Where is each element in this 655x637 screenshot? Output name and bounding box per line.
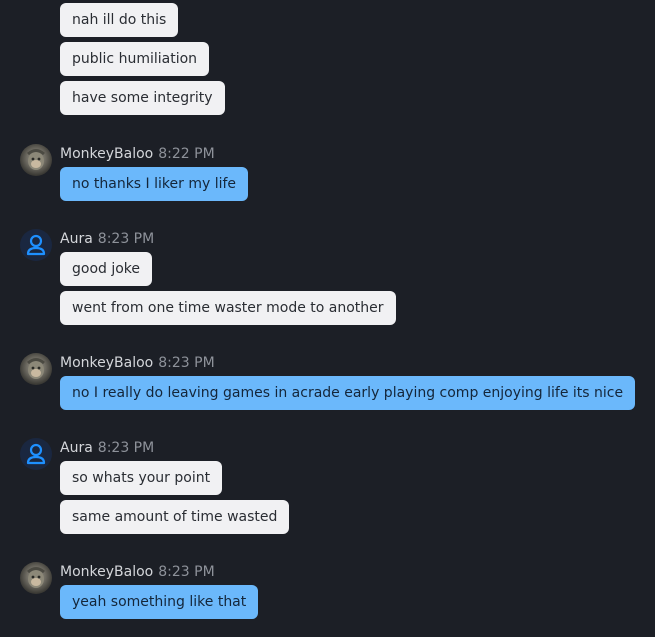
author-name[interactable]: MonkeyBaloo bbox=[60, 146, 153, 162]
message-timestamp: 8:23 PM bbox=[158, 355, 215, 371]
message-bubble[interactable]: no thanks I liker my life bbox=[60, 167, 249, 201]
monkey-avatar[interactable] bbox=[20, 562, 52, 594]
message-header: MonkeyBaloo 8:22 PM bbox=[60, 145, 215, 163]
message-bubble[interactable]: public humiliation bbox=[60, 42, 210, 76]
message-bubble[interactable]: good joke bbox=[60, 252, 153, 286]
chat-message-list: nah ill do this public humiliation have … bbox=[0, 0, 655, 637]
message-bubble[interactable]: yeah something like that bbox=[60, 585, 259, 619]
message-bubble[interactable]: went from one time waster mode to anothe… bbox=[60, 291, 396, 325]
message-bubble[interactable]: nah ill do this bbox=[60, 3, 179, 37]
message-bubble[interactable]: no I really do leaving games in acrade e… bbox=[60, 376, 636, 410]
message-timestamp: 8:22 PM bbox=[158, 146, 215, 162]
author-name[interactable]: MonkeyBaloo bbox=[60, 564, 153, 580]
message-header: MonkeyBaloo 8:23 PM bbox=[60, 563, 215, 581]
message-header: Aura 8:23 PM bbox=[60, 439, 154, 457]
author-name[interactable]: Aura bbox=[60, 231, 93, 247]
message-timestamp: 8:23 PM bbox=[97, 231, 155, 247]
user-icon[interactable] bbox=[20, 438, 52, 470]
message-bubble[interactable]: same amount of time wasted bbox=[60, 500, 290, 534]
monkey-avatar[interactable] bbox=[20, 144, 52, 176]
message-header: Aura 8:23 PM bbox=[60, 230, 154, 248]
message-header: MonkeyBaloo 8:23 PM bbox=[60, 354, 215, 372]
message-timestamp: 8:23 PM bbox=[158, 564, 215, 580]
message-bubble[interactable]: have some integrity bbox=[60, 81, 225, 115]
monkey-avatar[interactable] bbox=[20, 353, 52, 385]
message-bubble[interactable]: so whats your point bbox=[60, 461, 223, 495]
author-name[interactable]: MonkeyBaloo bbox=[60, 355, 153, 371]
message-timestamp: 8:23 PM bbox=[97, 440, 155, 456]
user-icon[interactable] bbox=[20, 229, 52, 261]
author-name[interactable]: Aura bbox=[60, 440, 93, 456]
